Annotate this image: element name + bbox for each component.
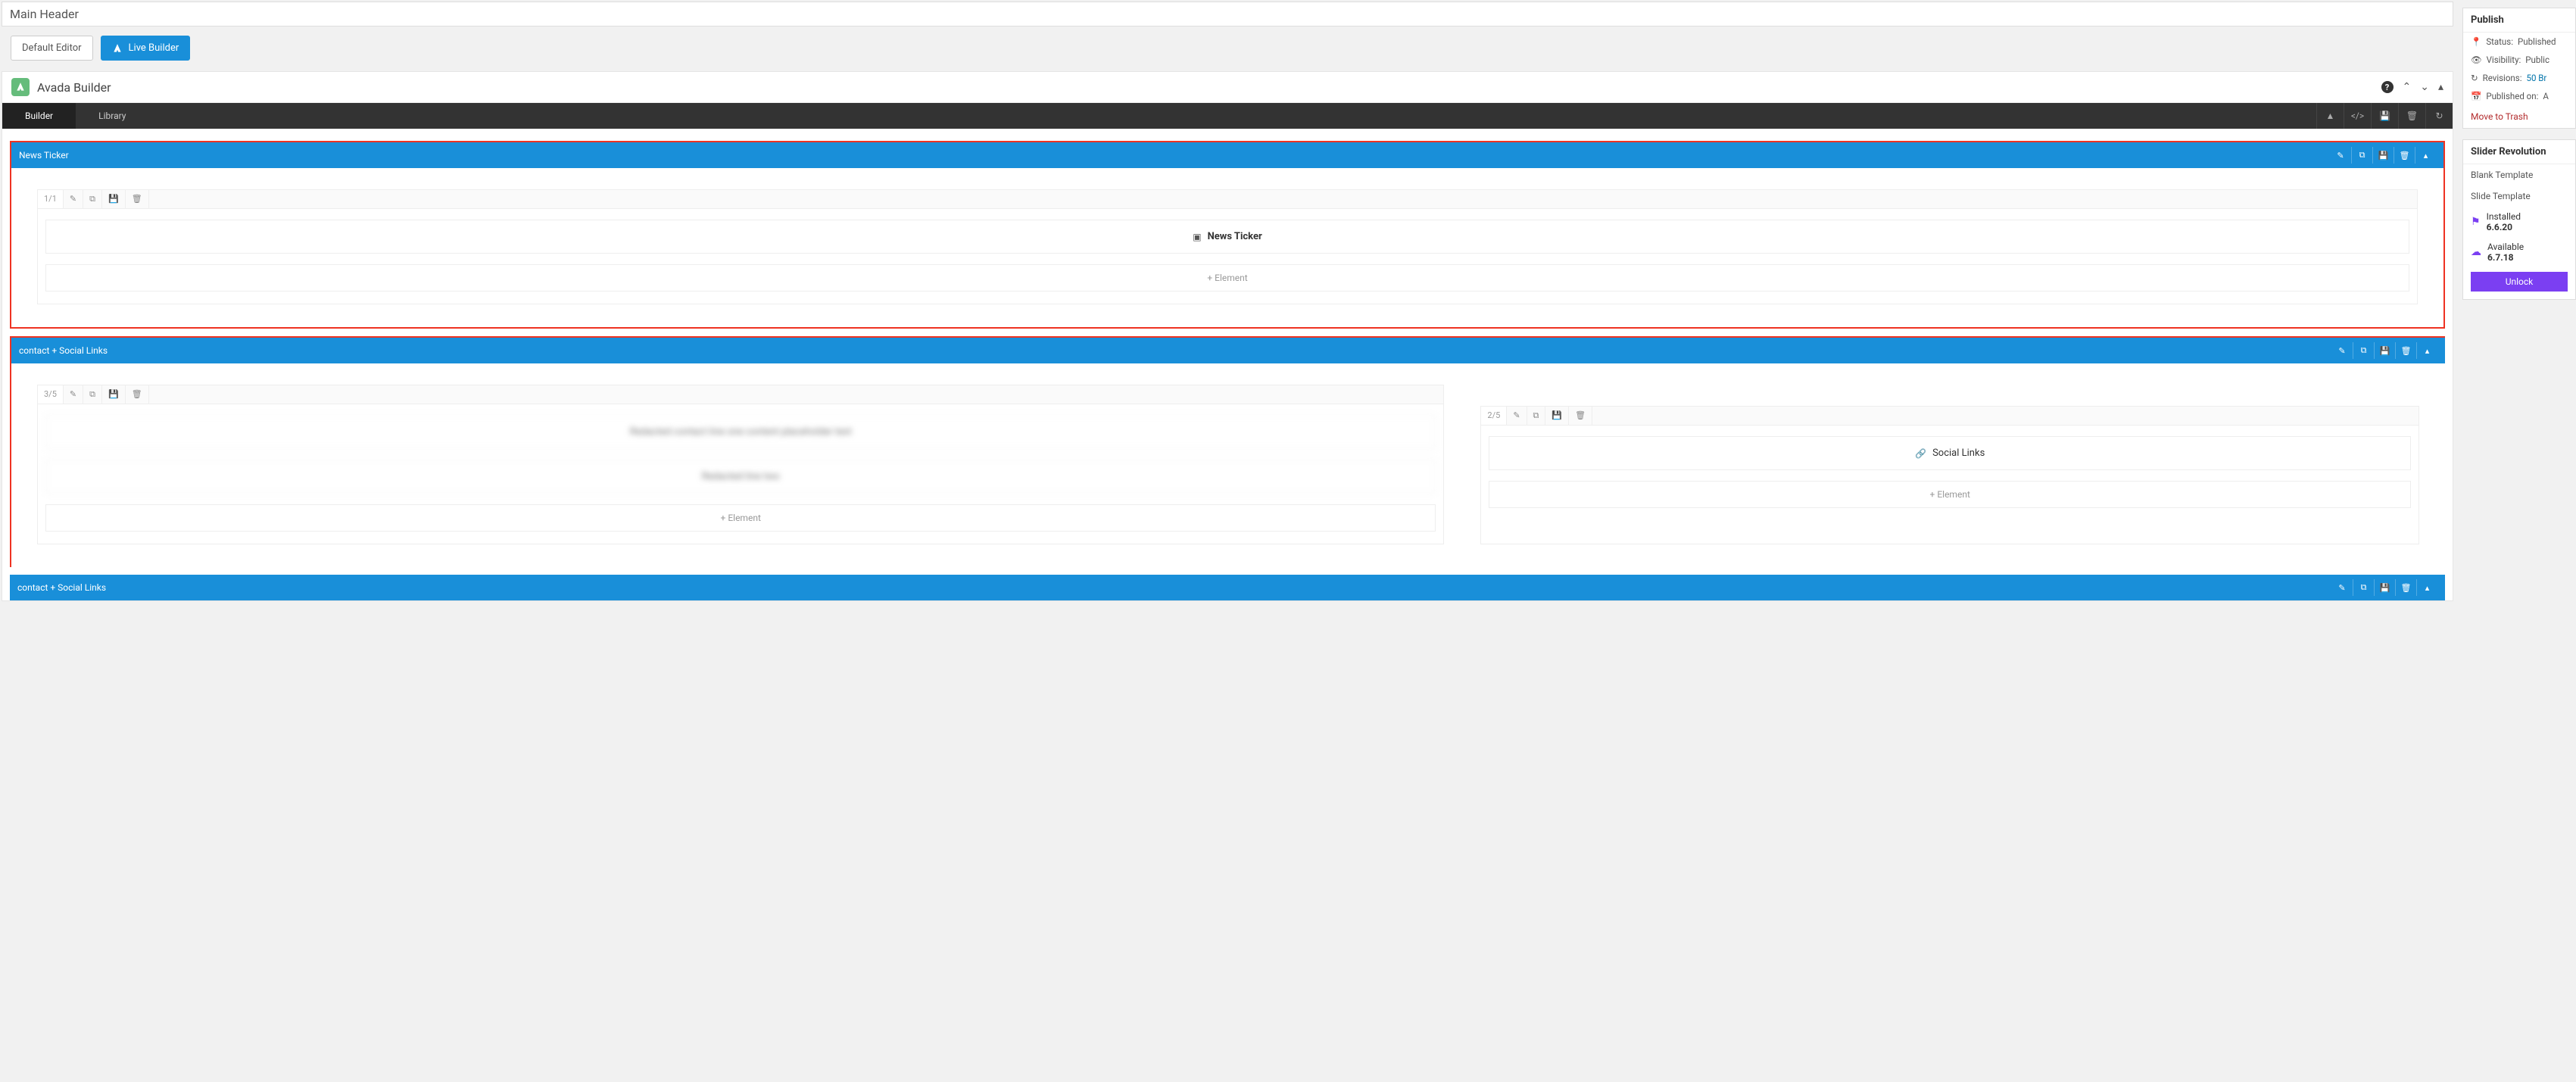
tab-library[interactable]: Library <box>76 103 148 129</box>
edit-icon[interactable]: ✎ <box>2331 342 2353 359</box>
chevron-down-icon[interactable]: ⌄ <box>2420 81 2429 93</box>
save-icon[interactable]: 💾 <box>2371 103 2398 129</box>
container-news-ticker: News Ticker ✎ ⧉ 💾 🗑 ▴ <box>10 141 2445 329</box>
clone-icon[interactable]: ⧉ <box>83 385 102 404</box>
collapse-icon[interactable]: ▴ <box>2416 342 2437 359</box>
add-element-button[interactable]: Element <box>1489 481 2411 508</box>
edit-icon[interactable]: ✎ <box>64 190 83 208</box>
revisions-row[interactable]: ↻ Revisions: 50 Br <box>2463 69 2575 87</box>
delete-icon[interactable]: 🗑 <box>2394 147 2415 164</box>
column: 2/5 ✎ ⧉ 💾 🗑 🔗 Social Links <box>1480 406 2419 544</box>
eye-icon: 👁 <box>2471 55 2482 65</box>
delete-icon[interactable]: 🗑 <box>2395 579 2416 596</box>
delete-icon[interactable]: 🗑 <box>2395 342 2416 359</box>
slider-template-item[interactable]: Blank Template <box>2463 164 2575 186</box>
link-icon: 🔗 <box>1915 448 1926 459</box>
help-icon[interactable]: ? <box>2381 81 2394 93</box>
builder-title: Avada Builder <box>37 80 2381 95</box>
publish-box: Publish 📍 Status: Published 👁 Visibility… <box>2462 8 2576 129</box>
save-icon[interactable]: 💾 <box>102 385 126 404</box>
save-icon[interactable]: 💾 <box>2374 579 2395 596</box>
element-text[interactable]: Redacted line two <box>45 460 1436 494</box>
edit-icon[interactable]: ✎ <box>2331 579 2353 596</box>
element-social-links[interactable]: 🔗 Social Links <box>1489 436 2411 470</box>
live-builder-button[interactable]: Live Builder <box>101 36 191 61</box>
trash-icon[interactable]: 🗑 <box>2398 103 2425 129</box>
builder-logo <box>11 78 30 96</box>
edit-icon[interactable]: ✎ <box>1507 407 1527 425</box>
code-icon[interactable]: </> <box>2344 103 2371 129</box>
save-icon[interactable]: 💾 <box>2372 147 2394 164</box>
element-label: Redacted contact line one content placeh… <box>630 426 852 438</box>
installed-version-row: ⚑ Installed 6.6.20 <box>2463 207 2575 237</box>
slider-template-item[interactable]: Slide Template <box>2463 186 2575 207</box>
delete-icon[interactable]: 🗑 <box>126 385 149 404</box>
move-to-trash-link[interactable]: Move to Trash <box>2463 105 2575 128</box>
collapse-icon[interactable]: ▴ <box>2416 579 2437 596</box>
collapse-icon[interactable]: ▴ <box>2415 147 2436 164</box>
calendar-icon: 📅 <box>2471 91 2481 101</box>
page-title-input[interactable]: Main Header <box>2 2 2453 27</box>
publish-header: Publish <box>2463 8 2575 33</box>
column: 1/1 ✎ ⧉ 💾 🗑 ▣ News Ticker <box>37 189 2418 304</box>
element-label: Redacted line two <box>702 471 780 482</box>
delete-icon[interactable]: 🗑 <box>1569 407 1592 425</box>
chevron-up-icon[interactable]: ⌃ <box>2403 81 2412 93</box>
collapse-icon[interactable]: ▲ <box>2316 103 2344 129</box>
published-on-row: 📅 Published on: A <box>2463 87 2575 105</box>
clone-icon[interactable]: ⧉ <box>2353 579 2374 596</box>
newspaper-icon: ▣ <box>1193 232 1201 242</box>
delete-icon[interactable]: 🗑 <box>126 190 149 208</box>
save-icon[interactable]: 💾 <box>102 190 126 208</box>
avada-icon <box>112 43 123 54</box>
caret-toggle-icon[interactable]: ▴ <box>2438 81 2443 93</box>
edit-icon[interactable]: ✎ <box>64 385 83 404</box>
slider-header: Slider Revolution <box>2463 140 2575 164</box>
column-fraction: 2/5 <box>1481 407 1507 425</box>
visibility-row: 👁 Visibility: Public <box>2463 51 2575 69</box>
column: 3/5 ✎ ⧉ 💾 🗑 Redacted contact line one co… <box>37 385 1444 544</box>
element-news-ticker[interactable]: ▣ News Ticker <box>45 220 2409 254</box>
add-element-button[interactable]: Element <box>45 504 1436 532</box>
column-fraction: 1/1 <box>38 190 64 208</box>
history-icon[interactable]: ↻ <box>2425 103 2453 129</box>
save-icon[interactable]: 💾 <box>1545 407 1569 425</box>
unlock-button[interactable]: Unlock <box>2471 272 2568 292</box>
add-element-button[interactable]: Element <box>45 264 2409 292</box>
clone-icon[interactable]: ⧉ <box>83 190 102 208</box>
element-label: News Ticker <box>1208 231 1262 242</box>
save-icon[interactable]: 💾 <box>2374 342 2395 359</box>
container-title[interactable]: News Ticker <box>19 150 2330 161</box>
tab-builder[interactable]: Builder <box>2 103 76 129</box>
flag-icon: ⚑ <box>2471 216 2481 228</box>
cloud-download-icon: ☁ <box>2471 246 2481 258</box>
status-row: 📍 Status: Published <box>2463 33 2575 51</box>
pin-icon: 📍 <box>2471 36 2481 47</box>
edit-icon[interactable]: ✎ <box>2330 147 2351 164</box>
element-label: Social Links <box>1932 447 1985 459</box>
live-builder-label: Live Builder <box>129 42 179 54</box>
container-contact-social: contact + Social Links ✎ ⧉ 💾 🗑 ▴ <box>10 336 2445 567</box>
slider-revolution-box: Slider Revolution Blank Template Slide T… <box>2462 139 2576 300</box>
clone-icon[interactable]: ⧉ <box>2351 147 2372 164</box>
clone-icon[interactable]: ⧉ <box>2353 342 2374 359</box>
container-title: contact + Social Links <box>17 582 106 593</box>
available-version-row: ☁ Available 6.7.18 <box>2463 237 2575 267</box>
container-title[interactable]: contact + Social Links <box>19 345 2331 356</box>
column-fraction: 3/5 <box>38 385 64 404</box>
element-text[interactable]: Redacted contact line one content placeh… <box>45 415 1436 449</box>
container-header-bottom[interactable]: contact + Social Links ✎ ⧉ 💾 🗑 ▴ <box>10 575 2445 600</box>
history-icon: ↻ <box>2471 73 2478 83</box>
default-editor-button[interactable]: Default Editor <box>11 36 93 61</box>
clone-icon[interactable]: ⧉ <box>1527 407 1546 425</box>
